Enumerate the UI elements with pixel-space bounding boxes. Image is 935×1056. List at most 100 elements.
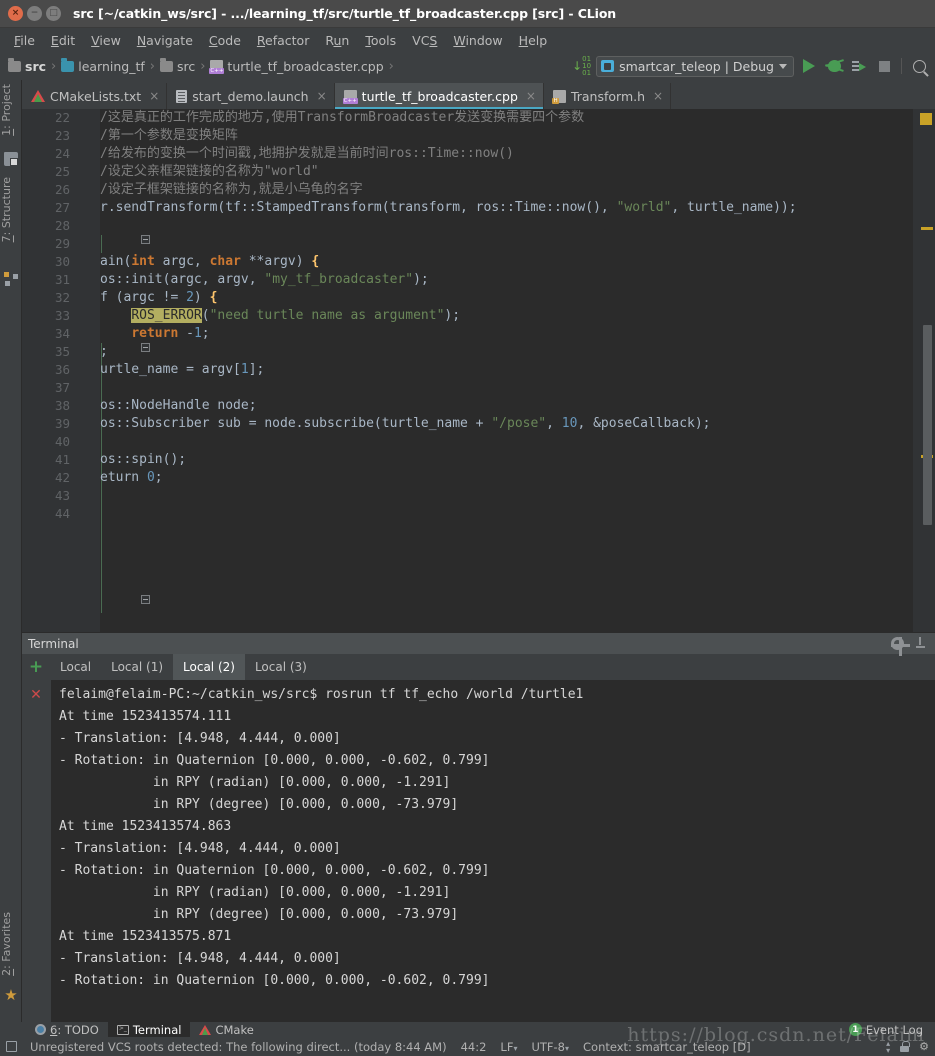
line-number: 42 — [54, 470, 70, 485]
line-number: 27 — [54, 200, 70, 215]
structure-tool-icon[interactable] — [4, 272, 18, 286]
run-config-icon — [601, 60, 615, 72]
stop-button[interactable] — [874, 55, 894, 77]
terminal-tab-local-2[interactable]: Local (2) — [173, 654, 245, 680]
terminal-output[interactable]: felaim@felaim-PC:~/catkin_ws/src$ rosrun… — [50, 680, 935, 1022]
menu-code[interactable]: Code — [201, 31, 249, 50]
line-number: 40 — [54, 434, 70, 449]
caret-position[interactable]: 44:2 — [454, 1040, 494, 1054]
code-line: f (argc != 2) { — [100, 290, 218, 305]
menu-edit[interactable]: Edit — [43, 31, 83, 50]
close-icon[interactable]: × — [149, 89, 159, 103]
warning-marker[interactable] — [920, 113, 932, 125]
lock-icon[interactable] — [900, 1041, 910, 1052]
header-file-icon — [551, 89, 566, 104]
attach-process-button[interactable] — [849, 55, 869, 77]
run-configuration-selector[interactable]: smartcar_teleop | Debug — [596, 55, 794, 77]
warning-marker[interactable] — [921, 227, 933, 230]
menu-tools[interactable]: Tools — [357, 31, 404, 50]
star-icon[interactable]: ★ — [3, 988, 19, 1003]
search-everywhere-button[interactable] — [909, 55, 929, 77]
editor-tab-start-demo-launch[interactable]: start_demo.launch × — [167, 83, 335, 109]
memory-indicator-icon[interactable]: ⚙ — [919, 1040, 929, 1053]
folder-icon — [8, 57, 21, 72]
terminal-tab-local-1[interactable]: Local (1) — [101, 654, 173, 680]
new-terminal-session-button[interactable]: + — [22, 658, 50, 676]
line-number: 24 — [54, 146, 70, 161]
updown-chevron-icon[interactable]: ▴ ▾ — [886, 1039, 890, 1054]
bottom-tab-cmake[interactable]: CMake — [190, 1022, 262, 1037]
menu-view[interactable]: View — [83, 31, 129, 50]
debug-button[interactable] — [824, 55, 844, 77]
line-separator[interactable]: LF▾ — [493, 1040, 524, 1054]
menu-file[interactable]: File — [6, 31, 43, 50]
code-text[interactable]: /这是真正的工作完成的地方,使用TransformBroadcaster发送变换… — [100, 109, 913, 632]
menu-run[interactable]: Run — [317, 31, 357, 50]
bottom-tab-todo[interactable]: 6: TODO — [26, 1022, 108, 1037]
run-button[interactable] — [799, 55, 819, 77]
folder-blue-icon — [61, 57, 75, 72]
minimize-window-button[interactable]: − — [27, 6, 42, 21]
window-title: src [~/catkin_ws/src] - .../learning_tf/… — [73, 6, 617, 21]
terminal-session-tabs: + Local Local (1) Local (2) Local (3) — [22, 654, 935, 680]
close-icon[interactable]: × — [317, 89, 327, 103]
menu-help[interactable]: Help — [511, 31, 556, 50]
maximize-window-button[interactable]: □ — [46, 6, 61, 21]
close-window-button[interactable]: × — [8, 6, 23, 21]
close-session-icon[interactable]: ✕ — [30, 687, 42, 703]
event-log-label: Event Log — [865, 1022, 923, 1037]
file-encoding[interactable]: UTF-8▾ — [524, 1040, 576, 1054]
code-line: /这是真正的工作完成的地方,使用TransformBroadcaster发送变换… — [100, 110, 585, 125]
editor-tab-transform-h[interactable]: Transform.h × — [544, 83, 672, 109]
error-marker-bar[interactable] — [913, 109, 935, 632]
chevron-right-icon: › — [388, 58, 394, 74]
sidebar-item-project[interactable]: 1: Project — [0, 82, 22, 138]
tab-label: start_demo.launch — [192, 88, 309, 104]
bottom-tab-terminal[interactable]: Terminal — [107, 1022, 191, 1037]
code-folding-column[interactable] — [78, 109, 150, 632]
tab-label: turtle_tf_broadcaster.cpp — [361, 88, 518, 104]
breadcrumb-item-file[interactable]: turtle_tf_broadcaster.cpp — [208, 59, 385, 74]
menu-vcs[interactable]: VCS — [404, 31, 445, 50]
terminal-panel-header: Terminal — [22, 632, 935, 656]
status-message[interactable]: Unregistered VCS roots detected: The fol… — [23, 1040, 454, 1054]
status-bar-right: ▴ ▾ ⚙ — [886, 1039, 929, 1054]
terminal-line: - Translation: [4.948, 4.444, 0.000] — [59, 951, 341, 966]
stop-icon — [878, 60, 890, 72]
terminal-line: - Translation: [4.948, 4.444, 0.000] — [59, 731, 341, 746]
breadcrumb-label: turtle_tf_broadcaster.cpp — [227, 58, 384, 74]
sort-numeric-icon[interactable]: ↓ 01 10 01 — [572, 55, 591, 77]
terminal-tab-local[interactable]: Local — [50, 654, 101, 680]
menu-window[interactable]: Window — [445, 31, 510, 50]
menu-refactor[interactable]: Refactor — [249, 31, 317, 50]
breadcrumb-item-src[interactable]: src — [158, 57, 197, 74]
context-indicator[interactable]: Context: smartcar_teleop [D] — [576, 1040, 758, 1054]
editor-tab-cmakelists[interactable]: CMakeLists.txt × — [22, 83, 168, 109]
editor-tab-turtle-tf-broadcaster[interactable]: turtle_tf_broadcaster.cpp × — [334, 83, 544, 109]
event-log-button[interactable]: 1 Event Log — [848, 1022, 923, 1037]
hide-panel-icon[interactable] — [914, 637, 927, 650]
notification-badge-icon: 1 — [848, 1023, 862, 1036]
breadcrumb-item-learning-tf[interactable]: learning_tf — [59, 57, 147, 74]
terminal-tab-local-3[interactable]: Local (3) — [245, 654, 317, 680]
menu-navigate[interactable]: Navigate — [129, 31, 201, 50]
line-number: 35 — [54, 344, 70, 359]
code-line: /设定子框架链接的名称为,就是小乌龟的名字 — [100, 182, 363, 197]
breadcrumb-item-src-root[interactable]: src — [6, 57, 48, 74]
close-icon[interactable]: × — [526, 89, 536, 103]
sidebar-item-favorites[interactable]: 2: Favorites — [0, 910, 22, 978]
sidebar-item-structure[interactable]: 7: Structure — [0, 175, 22, 244]
terminal-body: ✕ felaim@felaim-PC:~/catkin_ws/src$ rosr… — [22, 680, 935, 1022]
close-icon[interactable]: × — [653, 89, 663, 103]
line-number: 33 — [54, 308, 70, 323]
project-tool-icon[interactable] — [4, 152, 18, 166]
settings-gear-icon[interactable] — [891, 637, 910, 656]
code-editor[interactable]: 22 23 24 25 26 27 28 29 30 31 32 33 34 35 36 37 38 39 40 41… — [22, 109, 935, 632]
line-number: 25 — [54, 164, 70, 179]
editor-scrollbar-thumb[interactable] — [923, 325, 932, 525]
todo-icon — [35, 1024, 46, 1035]
